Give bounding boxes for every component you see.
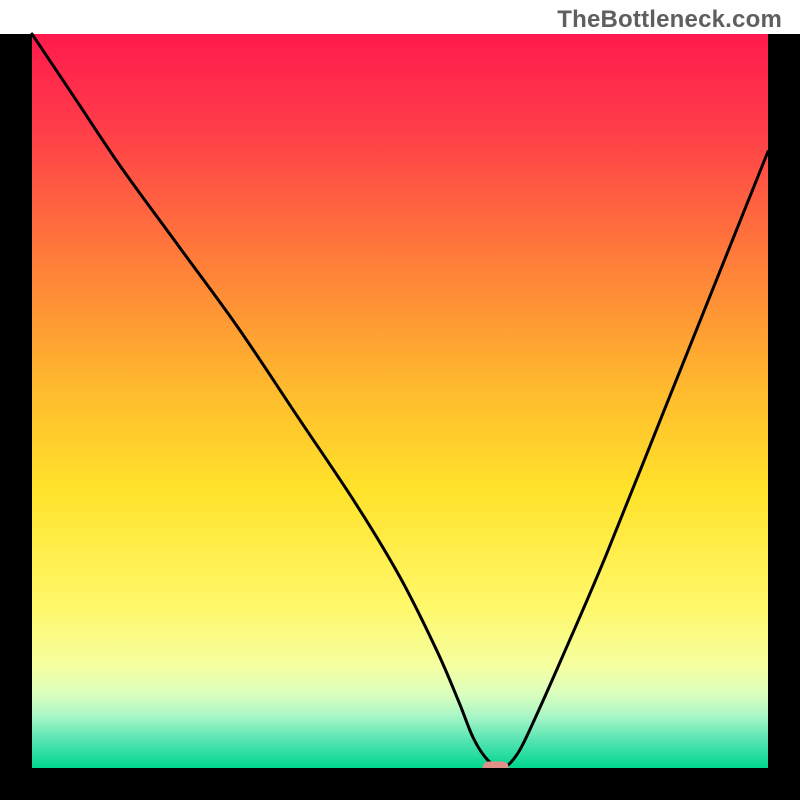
chart-container: TheBottleneck.com [0,0,800,800]
frame-bottom [0,768,800,800]
watermark: TheBottleneck.com [557,6,782,34]
plot-area [32,34,768,768]
bottleneck-chart [0,0,800,800]
frame-left [0,34,32,800]
frame-right [768,34,800,800]
